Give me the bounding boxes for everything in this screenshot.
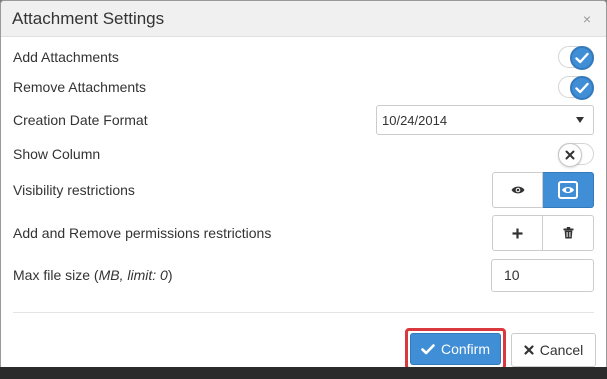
show-column-row: Show Column: [1, 141, 606, 167]
add-attachments-label: Add Attachments: [13, 49, 119, 65]
max-file-size-label: Max file size (MB, limit: 0): [13, 267, 172, 283]
confirm-label: Confirm: [440, 341, 490, 357]
remove-attachments-toggle[interactable]: [558, 76, 594, 100]
cancel-button[interactable]: Cancel: [511, 333, 596, 367]
max-file-size-label-suffix: ): [167, 267, 173, 283]
creation-date-format-row: Creation Date Format 10/24/2014: [1, 104, 606, 136]
eye-boxed-icon: [558, 181, 578, 199]
add-attachments-toggle[interactable]: [558, 46, 594, 70]
max-file-size-label-prefix: Max file size (: [13, 267, 99, 283]
max-file-size-row: Max file size (MB, limit: 0): [1, 258, 606, 292]
show-column-toggle[interactable]: [558, 143, 594, 167]
trash-icon: [563, 227, 573, 239]
close-icon[interactable]: ×: [580, 11, 594, 27]
backdrop: [0, 367, 607, 379]
permissions-button-group: [492, 215, 594, 251]
date-format-value: 10/24/2014: [382, 112, 448, 128]
x-icon: [558, 143, 582, 167]
eye-icon: [511, 186, 524, 194]
remove-permission-button[interactable]: [543, 215, 594, 251]
footer-divider: [13, 312, 594, 313]
max-file-size-input[interactable]: [491, 258, 594, 292]
caret-down-icon: [576, 117, 584, 123]
permissions-restrictions-row: Add and Remove permissions restrictions: [1, 215, 606, 251]
remove-attachments-label: Remove Attachments: [13, 79, 147, 95]
remove-attachments-row: Remove Attachments: [1, 73, 606, 101]
confirm-highlight: Confirm: [405, 328, 506, 370]
show-column-label: Show Column: [13, 146, 101, 162]
max-file-size-label-unit: MB, limit: 0: [98, 267, 168, 283]
add-attachments-row: Add Attachments: [1, 43, 606, 71]
creation-date-format-label: Creation Date Format: [13, 112, 148, 128]
attachment-settings-dialog: Attachment Settings × Add Attachments Re…: [0, 0, 607, 375]
visibility-toggle-group: [492, 172, 594, 208]
dialog-header: Attachment Settings ×: [1, 1, 606, 37]
visibility-eye-button[interactable]: [492, 172, 543, 208]
dialog-title: Attachment Settings: [12, 8, 165, 28]
check-icon: [421, 343, 435, 354]
date-format-select[interactable]: 10/24/2014: [376, 105, 594, 135]
cancel-label: Cancel: [539, 342, 584, 358]
visibility-restrictions-label: Visibility restrictions: [13, 182, 135, 198]
check-icon: [570, 46, 594, 70]
check-icon: [570, 76, 594, 100]
add-permission-button[interactable]: [492, 215, 543, 251]
plus-icon: [512, 228, 523, 238]
permissions-restrictions-label: Add and Remove permissions restrictions: [13, 225, 272, 241]
visibility-eye-boxed-button[interactable]: [543, 172, 594, 208]
visibility-restrictions-row: Visibility restrictions: [1, 172, 606, 208]
close-icon: [524, 345, 534, 355]
confirm-button[interactable]: Confirm: [410, 333, 501, 365]
